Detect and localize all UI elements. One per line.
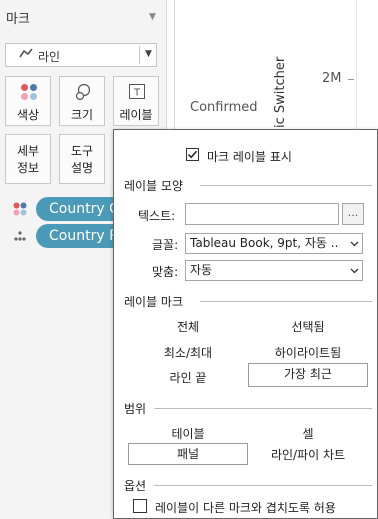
size-button[interactable]: 크기: [59, 76, 105, 126]
mark-option-selected[interactable]: 선택됨: [248, 318, 368, 335]
options-section-title: 옵션: [124, 479, 147, 493]
chevron-down-icon: [350, 268, 359, 274]
axis-tick-mark: [348, 79, 354, 80]
label-button[interactable]: T 레이블: [113, 76, 159, 126]
label-popup: 마크 레이블 표시 레이블 모양 텍스트: ... 글꼴: Tableau Bo…: [113, 129, 378, 519]
label-button-label: 레이블: [119, 108, 153, 122]
align-select-value: 자동: [190, 263, 213, 277]
align-select[interactable]: 자동: [185, 260, 363, 281]
mark-option-most-recent[interactable]: 가장 최근: [248, 363, 368, 387]
allow-overlap-checkbox[interactable]: [133, 499, 147, 513]
text-field-label: 텍스트:: [138, 209, 176, 223]
tooltip-button-label: 도구 설명: [60, 143, 104, 177]
text-edit-button[interactable]: ...: [342, 203, 364, 225]
color-button-label: 색상: [16, 108, 40, 122]
chevron-down-icon: ▼: [145, 49, 152, 59]
color-dots-icon: [21, 84, 37, 100]
svg-text:T: T: [133, 88, 141, 99]
color-button[interactable]: 색상: [5, 76, 51, 126]
text-field[interactable]: [185, 203, 339, 225]
scope-option-line-pie[interactable]: 라인/파이 차트: [248, 446, 368, 463]
detail-button-label: 세부 정보: [6, 143, 50, 177]
show-labels-checkbox[interactable]: [186, 148, 199, 161]
scope-section-title: 범위: [124, 402, 147, 416]
detail-line-1: 세부: [16, 144, 40, 158]
color-dots-icon: [13, 202, 27, 216]
dropdown-divider: [139, 46, 140, 64]
size-button-label: 크기: [70, 108, 94, 122]
allow-overlap-text[interactable]: 레이블이 다른 마크와 겹치도록 허용: [155, 499, 336, 516]
detail-dots-icon: [13, 229, 27, 243]
grid-line: [356, 0, 357, 130]
check-icon: [187, 150, 198, 159]
axis-tick-label: 2M: [322, 71, 342, 86]
axis-title: ic Switcher: [273, 56, 288, 128]
marks-section-title: 레이블 마크: [124, 295, 184, 309]
scope-option-pane[interactable]: 패널: [128, 443, 248, 465]
section-divider: [200, 301, 372, 302]
mark-option-highlighted[interactable]: 하이라이트됨: [248, 344, 368, 361]
tooltip-line-1: 도구: [70, 144, 94, 158]
detail-line-2: 정보: [16, 161, 40, 175]
section-divider: [154, 408, 372, 409]
mark-option-all[interactable]: 전체: [128, 318, 248, 335]
text-t-icon: T: [129, 84, 145, 102]
font-select-value: Tableau Book, 9pt, 자동 ..: [190, 236, 339, 250]
detail-button[interactable]: 세부 정보: [5, 134, 51, 184]
scope-option-table[interactable]: 테이블: [128, 425, 248, 442]
tooltip-button[interactable]: 도구 설명: [59, 134, 105, 184]
scope-option-cell[interactable]: 셀: [248, 425, 368, 442]
section-divider: [200, 185, 372, 186]
marks-card-menu-icon[interactable]: ▼: [149, 12, 156, 22]
section-divider: [154, 485, 372, 486]
mark-option-min-max[interactable]: 최소/최대: [128, 344, 248, 361]
line-mark-icon: [19, 47, 33, 62]
size-icon: [74, 83, 92, 104]
font-field-label: 글꼴:: [152, 238, 179, 252]
mark-option-line-end[interactable]: 라인 끝: [128, 369, 248, 386]
tooltip-line-2: 설명: [70, 161, 94, 175]
mark-type-dropdown[interactable]: 라인 ▼: [5, 43, 157, 67]
appearance-section-title: 레이블 모양: [124, 179, 184, 193]
font-select[interactable]: Tableau Book, 9pt, 자동 ..: [185, 233, 363, 254]
axis-line: [174, 0, 175, 130]
mark-type-label: 라인: [38, 50, 61, 64]
show-labels-text[interactable]: 마크 레이블 표시: [207, 148, 292, 165]
align-field-label: 맞춤:: [152, 265, 179, 279]
chevron-down-icon: [350, 241, 359, 247]
marks-card-title: 마크: [6, 12, 30, 27]
series-label: Confirmed: [190, 100, 258, 115]
